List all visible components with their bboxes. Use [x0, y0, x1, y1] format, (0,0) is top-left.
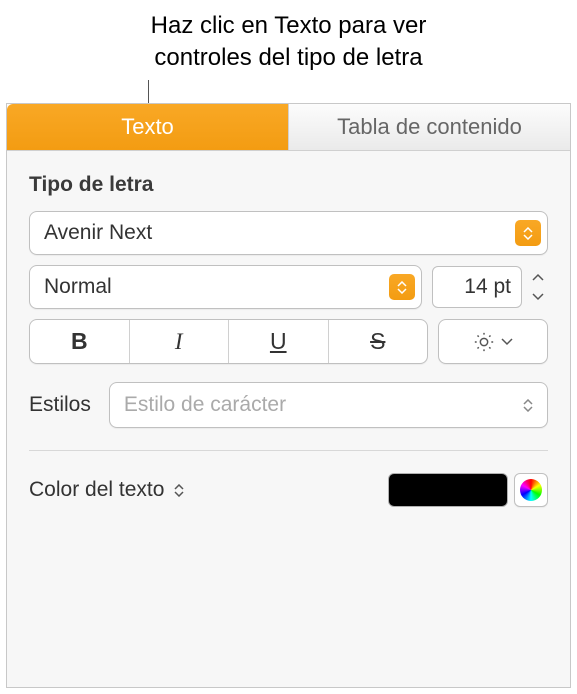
chevron-updown-icon — [515, 220, 541, 246]
font-size-group: 14 pt — [432, 265, 548, 309]
tab-text[interactable]: Texto — [7, 104, 288, 150]
font-section: Tipo de letra Avenir Next Normal 14 pt — [7, 151, 570, 428]
font-family-value: Avenir Next — [44, 221, 152, 245]
advanced-options-button[interactable] — [438, 319, 548, 364]
stepper-up[interactable] — [528, 268, 548, 286]
chevron-down-icon — [501, 338, 513, 346]
chevron-updown-icon — [174, 484, 184, 497]
bold-button[interactable]: B — [30, 320, 130, 363]
chevron-updown-icon — [389, 274, 415, 300]
font-size-stepper — [528, 268, 548, 306]
character-style-placeholder: Estilo de carácter — [124, 393, 286, 417]
color-wheel-icon — [520, 479, 542, 501]
styles-row: Estilos Estilo de carácter — [29, 382, 548, 428]
color-picker-button[interactable] — [514, 473, 548, 507]
underline-button[interactable]: U — [229, 320, 329, 363]
text-color-label: Color del texto — [29, 478, 164, 502]
font-style-row: Normal 14 pt — [29, 265, 548, 309]
color-controls — [388, 473, 548, 507]
font-style-value: Normal — [44, 275, 112, 299]
strikethrough-button[interactable]: S — [329, 320, 428, 363]
format-button-row: B I U S — [29, 319, 548, 364]
format-segmented: B I U S — [29, 319, 428, 364]
font-style-popup[interactable]: Normal — [29, 265, 422, 309]
italic-button[interactable]: I — [130, 320, 230, 363]
format-panel: Texto Tabla de contenido Tipo de letra A… — [6, 103, 571, 688]
color-swatch[interactable] — [388, 473, 508, 507]
callout-line1: Haz clic en Texto para ver — [0, 10, 577, 42]
chevron-updown-icon — [523, 399, 533, 412]
text-color-row: Color del texto — [7, 451, 570, 529]
tab-bar: Texto Tabla de contenido — [7, 104, 570, 151]
font-section-title: Tipo de letra — [29, 173, 548, 197]
font-family-popup[interactable]: Avenir Next — [29, 211, 548, 255]
styles-label: Estilos — [29, 393, 91, 417]
tab-toc[interactable]: Tabla de contenido — [289, 104, 570, 150]
font-size-field[interactable]: 14 pt — [432, 266, 522, 308]
callout-text: Haz clic en Texto para ver controles del… — [0, 0, 577, 79]
stepper-down[interactable] — [528, 288, 548, 306]
text-color-popup[interactable]: Color del texto — [29, 478, 184, 502]
gear-icon — [473, 331, 495, 353]
callout-line2: controles del tipo de letra — [0, 42, 577, 74]
character-style-popup[interactable]: Estilo de carácter — [109, 382, 548, 428]
